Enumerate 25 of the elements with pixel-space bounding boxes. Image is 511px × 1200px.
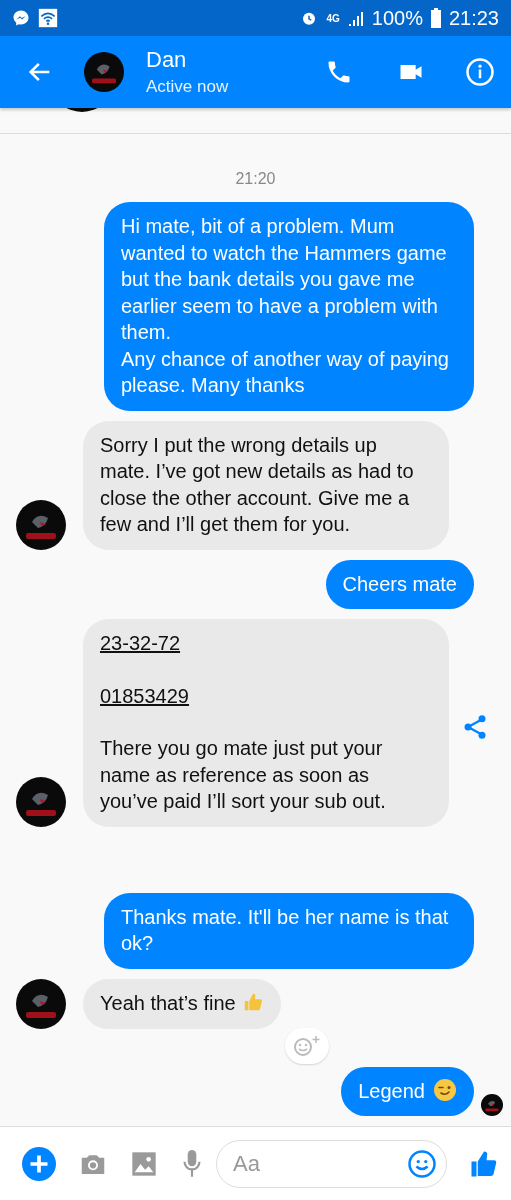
wifi-icon bbox=[38, 8, 58, 29]
gallery-button[interactable] bbox=[130, 1149, 158, 1178]
active-status: Active now bbox=[146, 77, 230, 98]
info-button[interactable] bbox=[465, 57, 495, 88]
battery-icon bbox=[430, 8, 441, 29]
network-type: 4G bbox=[326, 12, 340, 24]
contact-name: Dan bbox=[146, 47, 188, 74]
clock: 21:23 bbox=[448, 6, 499, 30]
timestamp: 21:20 bbox=[234, 170, 277, 189]
winking-face-icon bbox=[433, 1077, 457, 1102]
add-button[interactable] bbox=[22, 1146, 56, 1181]
message-bubble: Thanks mate. It'll be her name is that ok? bbox=[104, 892, 474, 969]
battery-percent: 100% bbox=[371, 6, 423, 30]
message-bubble: Sorry I put the wrong details up mate. I’ve got new details as had to close the other account. Give me a few and I’ll get them for you. bbox=[83, 420, 449, 550]
smiley-plus-icon bbox=[291, 1033, 322, 1058]
message-bubble: Cheers mate bbox=[325, 559, 474, 610]
signal-icon bbox=[347, 10, 364, 27]
add-reaction-button[interactable] bbox=[284, 1027, 329, 1064]
message-input-field[interactable]: Aa bbox=[216, 1139, 447, 1188]
message-bubble: Legend bbox=[341, 1066, 474, 1117]
emoji-button[interactable] bbox=[407, 1148, 437, 1179]
message-bubble: 23-32-72 01853429 There you go mate just put your name as reference as soon as you’ve paid I’ll sort your sub out. bbox=[83, 619, 449, 827]
messenger-icon bbox=[12, 9, 30, 28]
message-bubble: Hi mate, bit of a problem. Mum wanted to watch the Hammers game but the bank details you gave me earlier seem to have a problem with them. Any chance of another way of paying please. Many thanks bbox=[104, 202, 474, 411]
contact-avatar bbox=[84, 52, 124, 93]
